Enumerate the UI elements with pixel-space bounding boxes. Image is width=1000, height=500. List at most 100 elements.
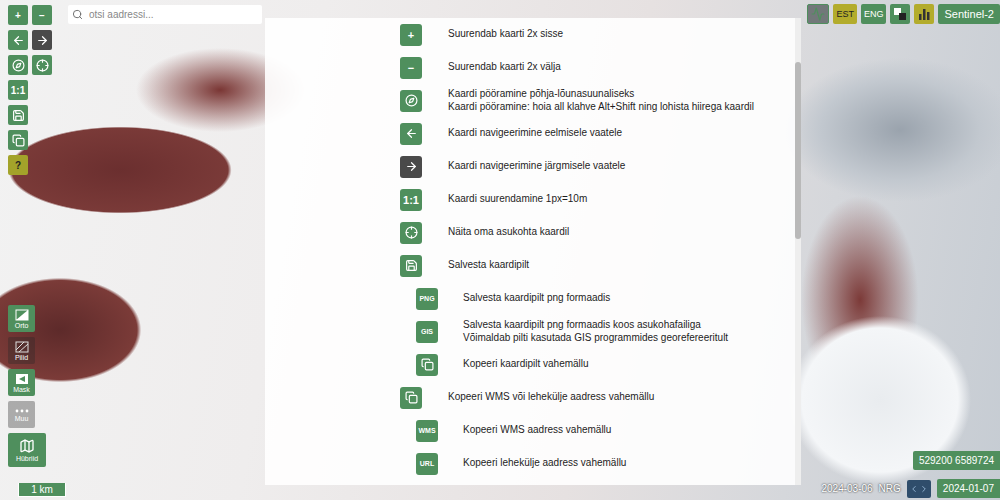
save-icon <box>12 109 25 122</box>
help-row: − Suurendab kaarti 2x välja <box>265 51 795 84</box>
help-text: Salvesta kaardipilt png formaadis <box>463 292 610 305</box>
layer-button[interactable]: Muu <box>8 401 35 428</box>
map-icon <box>19 438 35 454</box>
search-input[interactable] <box>87 8 258 21</box>
compass-icon <box>405 94 418 107</box>
clouds-icon <box>15 341 29 353</box>
arrow-left-icon <box>12 34 25 47</box>
language-button[interactable]: ENG <box>861 4 887 24</box>
target-icon <box>36 59 49 72</box>
help-row: Salvesta kaardipilt <box>265 249 795 282</box>
toolbar-button[interactable] <box>8 105 28 125</box>
toolbar-row: 1:1 <box>8 80 52 100</box>
layer-label: Orto <box>15 322 29 329</box>
help-row: GIS Salvesta kaardipilt png formaadis koo… <box>265 315 795 348</box>
layer-label: Mask <box>13 386 30 393</box>
layers-button[interactable] <box>890 4 910 24</box>
help-text: Kaardi navigeerimine järgmisele vaatele <box>448 160 625 173</box>
help-text: Kopeeri kaardipilt vahemällu <box>463 358 589 371</box>
stats-button[interactable] <box>914 4 934 24</box>
arrow-right-icon <box>36 34 49 47</box>
map-viewer: +−1:1?ESTENGSentinel-2OrtoPilidMaskMuuHü… <box>0 0 1000 500</box>
scrollbar[interactable] <box>795 18 801 485</box>
toolbar-button[interactable] <box>32 55 52 75</box>
toolbar-button[interactable]: − <box>32 5 52 25</box>
help-row: Kaardi navigeerimine järgmisele vaatele <box>265 150 795 183</box>
layer-button[interactable]: Mask <box>8 369 35 396</box>
toolbar-button[interactable]: 1:1 <box>8 80 28 100</box>
layer-buttons: Orto Pilid Mask Muu Hübriid <box>8 305 46 467</box>
layer-label: Muu <box>15 415 29 422</box>
help-row: 1:1Kaardi suurendamine 1px=10m <box>265 183 795 216</box>
orto-icon <box>15 309 29 321</box>
copy-icon <box>421 358 434 371</box>
help-row: Kaardi navigeerimine eelmisele vaatele <box>265 117 795 150</box>
help-icon-button <box>416 354 438 376</box>
toolbar-button[interactable] <box>8 55 28 75</box>
toolbar-row: ? <box>8 155 52 175</box>
help-icon-button <box>400 255 422 277</box>
chart-button[interactable] <box>807 4 829 24</box>
help-text: Kaardi pööramine põhja-lõunasuunaliseksK… <box>448 88 754 113</box>
copy-icon <box>405 391 418 404</box>
help-row: URL Kopeeri lehekülje aadress vahemällu <box>265 447 795 480</box>
toolbar-button[interactable] <box>8 30 28 50</box>
help-icon-button: GIS <box>416 321 438 343</box>
help-icon-button: URL <box>416 453 438 475</box>
help-icon-button <box>400 222 422 244</box>
help-panel: + Suurendab kaarti 2x sisse − Suurendab kaa… <box>265 18 801 485</box>
help-text: Salvesta kaardipilt <box>448 259 529 272</box>
layer-button[interactable]: Pilid <box>8 337 35 364</box>
more-icon <box>15 408 29 414</box>
chart-icon <box>811 7 825 21</box>
help-icon-button <box>400 123 422 145</box>
toolbar-row <box>8 55 52 75</box>
top-right-toolbar: ESTENG Sentinel-2 <box>807 4 1000 24</box>
bar-chart-icon <box>918 8 930 20</box>
coordinates: 529200 6589724 <box>913 451 1000 470</box>
help-row: Kaardi pööramine põhja-lõunasuunaliseksK… <box>265 84 795 117</box>
image-date: 2024-03-06 <box>821 483 872 494</box>
toolbar-button[interactable] <box>8 130 28 150</box>
help-text: Kopeeri lehekülje aadress vahemällu <box>463 457 626 470</box>
help-row: Näita oma asukohta kaardil <box>265 216 795 249</box>
toolbar-button[interactable]: ? <box>8 155 28 175</box>
language-button[interactable]: EST <box>833 4 857 24</box>
help-text: Suurendab kaarti 2x välja <box>448 61 561 74</box>
chevron-right-icon <box>919 484 929 494</box>
help-row: WMSKopeeri WMS aadress vahemällu <box>265 414 795 447</box>
scale-bar: 1 km <box>18 483 66 497</box>
toolbar-button <box>32 30 52 50</box>
help-text: Suurendab kaarti 2x sisse <box>448 28 563 41</box>
help-text: Salvesta kaardipilt png formaadis koos a… <box>463 319 728 344</box>
source-button[interactable]: Sentinel-2 <box>938 4 1000 24</box>
help-text: Kopeeri WMS aadress vahemällu <box>463 424 611 437</box>
help-icon-button: 1:1 <box>400 189 422 211</box>
toolbar-row <box>8 30 52 50</box>
help-icon-button: − <box>400 57 422 79</box>
band-combination: NRG <box>879 483 901 494</box>
help-row: Kopeeri WMS või lehekülje aadress vahemä… <box>265 381 795 414</box>
toolbar-row <box>8 105 52 125</box>
arrow-left-icon <box>405 127 418 140</box>
mask-icon <box>15 373 29 385</box>
help-icon-button <box>400 156 422 178</box>
help-icon-button: + <box>400 24 422 46</box>
help-text: Kopeeri WMS või lehekülje aadress vahemä… <box>448 391 654 404</box>
compass-icon <box>12 59 25 72</box>
toolbar-button[interactable]: + <box>8 5 28 25</box>
scroll-thumb[interactable] <box>795 62 801 239</box>
help-list: + Suurendab kaarti 2x sisse − Suurendab kaa… <box>265 18 795 485</box>
date-nav-button[interactable] <box>907 480 931 498</box>
compare-date-button[interactable]: 2024-01-07 <box>937 479 1000 498</box>
date-bar: 2024-03-06 NRG 2024-01-07 <box>821 479 1000 498</box>
copy-icon <box>12 134 25 147</box>
layer-button[interactable]: Hübriid <box>8 433 46 467</box>
layer-label: Pilid <box>15 354 28 361</box>
help-icon-button: PNG <box>416 288 438 310</box>
help-row: + Suurendab kaarti 2x sisse <box>265 18 795 51</box>
toolbar-row <box>8 130 52 150</box>
layer-button[interactable]: Orto <box>8 305 35 332</box>
help-icon-button <box>400 90 422 112</box>
arrow-right-icon <box>405 160 418 173</box>
